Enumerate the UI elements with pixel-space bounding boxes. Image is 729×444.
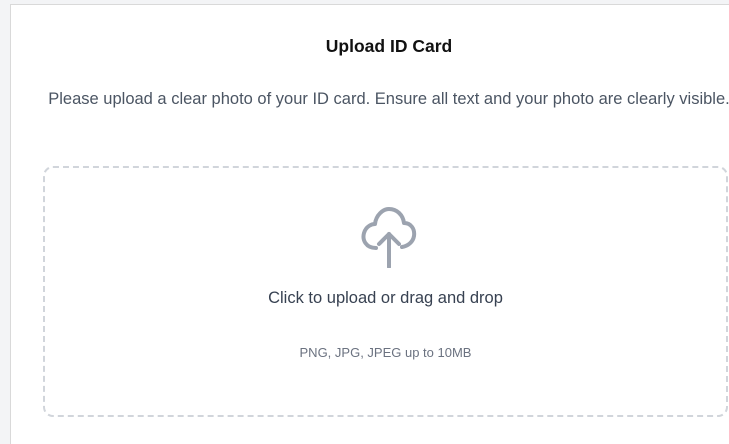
upload-instructions: Please upload a clear photo of your ID c… bbox=[48, 90, 729, 108]
cloud-upload-icon bbox=[361, 207, 417, 268]
file-type-hint: PNG, JPG, JPEG up to 10MB bbox=[299, 345, 472, 360]
upload-prompt[interactable]: Click to upload or drag and drop bbox=[45, 289, 726, 308]
file-dropzone[interactable]: Click to upload or drag and drop PNG, JP… bbox=[43, 166, 728, 417]
page-title: Upload ID Card bbox=[325, 36, 453, 56]
upload-id-card-panel: Upload ID Card Please upload a clear pho… bbox=[10, 4, 729, 444]
